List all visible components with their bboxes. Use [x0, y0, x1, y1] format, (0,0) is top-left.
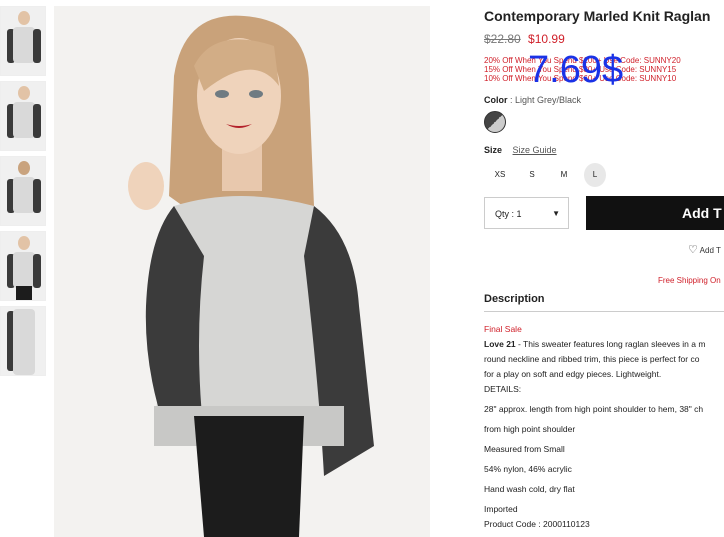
- details-heading: DETAILS:: [484, 384, 522, 394]
- detail-line: 28" approx. length from high point shoul…: [484, 404, 704, 414]
- product-main-image[interactable]: [54, 6, 430, 537]
- description-line: Love 21 - This sweater features long rag…: [484, 337, 724, 352]
- color-label: Color: [484, 95, 508, 105]
- heart-icon: ♡: [688, 244, 698, 256]
- description-line: round neckline and ribbed trim, this pie…: [484, 354, 700, 364]
- detail-line: Measured from Small: [484, 444, 565, 454]
- thumbnail-1[interactable]: [0, 6, 46, 76]
- size-row: Size Size Guide XS S M L: [484, 145, 724, 187]
- size-options: XS S M L: [484, 163, 724, 187]
- size-guide-link[interactable]: Size Guide: [513, 145, 557, 155]
- price-block: $22.80 $10.99: [484, 32, 724, 46]
- chevron-down-icon: ▼: [552, 209, 560, 218]
- color-value: : Light Grey/Black: [510, 95, 582, 105]
- thumbnail-3[interactable]: [0, 156, 46, 226]
- final-sale-label: Final Sale: [484, 324, 522, 334]
- size-label: Size: [484, 145, 503, 155]
- overlay-price-text: 7.69$: [528, 49, 624, 91]
- wishlist-link[interactable]: ♡ Add T: [688, 243, 721, 256]
- size-option-xs[interactable]: XS: [484, 163, 516, 187]
- detail-line: 54% nylon, 46% acrylic: [484, 464, 572, 474]
- thumbnail-2[interactable]: [0, 81, 46, 151]
- brand-name: Love 21: [484, 339, 516, 349]
- original-price: $22.80: [484, 32, 521, 46]
- size-option-s[interactable]: S: [516, 163, 548, 187]
- description-body: Final Sale Love 21 - This sweater featur…: [484, 322, 724, 532]
- description-text: - This sweater features long raglan slee…: [515, 339, 706, 349]
- add-to-bag-button[interactable]: Add T: [586, 196, 724, 230]
- quantity-label: Qty : 1: [495, 209, 522, 219]
- sale-price: $10.99: [528, 32, 565, 46]
- detail-line: from high point shoulder: [484, 424, 576, 434]
- color-row: Color : Light Grey/Black: [484, 95, 724, 133]
- thumbnail-5[interactable]: [0, 306, 46, 376]
- size-option-m[interactable]: M: [548, 163, 580, 187]
- description-heading: Description: [484, 293, 545, 305]
- detail-line: Imported: [484, 504, 518, 514]
- wishlist-label: Add T: [699, 246, 721, 255]
- detail-line: Hand wash cold, dry flat: [484, 484, 575, 494]
- thumbnail-strip: [0, 6, 48, 381]
- description-line: for a play on soft and edgy pieces. Ligh…: [484, 369, 662, 379]
- color-swatch[interactable]: [484, 111, 506, 133]
- product-info: Contemporary Marled Knit Raglan $22.80 $…: [484, 0, 724, 529]
- product-code: Product Code : 2000110123: [484, 519, 590, 529]
- product-title: Contemporary Marled Knit Raglan: [484, 8, 711, 24]
- quantity-select[interactable]: Qty : 1 ▼: [484, 197, 569, 229]
- free-shipping-text: Free Shipping On: [658, 276, 721, 285]
- thumbnail-4[interactable]: [0, 231, 46, 301]
- promo-codes: 20% Off When You Spend $100+ Use Code: S…: [484, 50, 724, 90]
- size-option-l[interactable]: L: [584, 163, 606, 187]
- divider: [484, 311, 724, 312]
